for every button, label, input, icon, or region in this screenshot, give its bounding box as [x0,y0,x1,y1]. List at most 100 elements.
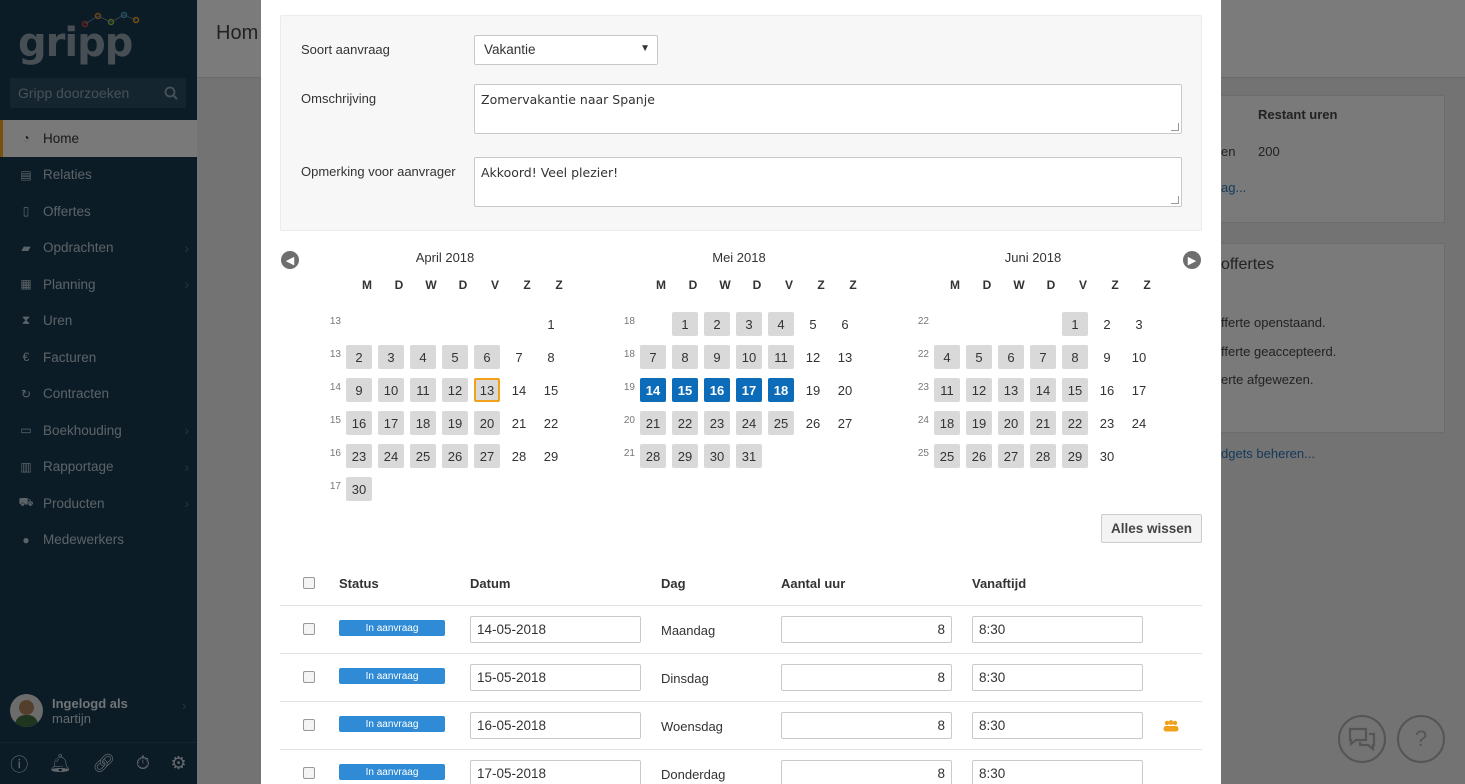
from-time-input[interactable]: 8:30 [972,616,1143,643]
calendar-day[interactable]: 19 [442,411,468,435]
calendar-day[interactable]: 11 [410,378,436,402]
calendar-day[interactable]: 27 [998,444,1024,468]
calendar-day[interactable]: 26 [442,444,468,468]
calendar-day[interactable]: 9 [346,378,372,402]
calendar-day[interactable]: 12 [442,378,468,402]
calendar-day[interactable]: 14 [1030,378,1056,402]
calendar-day[interactable]: 24 [378,444,404,468]
from-time-input[interactable]: 8:30 [972,664,1143,691]
calendar-day[interactable]: 1 [1062,312,1088,336]
calendar-day[interactable]: 13 [474,378,500,402]
col-day[interactable]: Dag [661,576,686,591]
calendar-day[interactable]: 18 [410,411,436,435]
calendar-day[interactable]: 8 [538,345,564,369]
calendar-day[interactable]: 9 [704,345,730,369]
row-checkbox[interactable] [303,719,315,731]
calendar-day[interactable]: 22 [672,411,698,435]
calendar-day[interactable]: 5 [442,345,468,369]
calendar-day[interactable]: 17 [378,411,404,435]
users-icon[interactable] [1163,720,1179,732]
calendar-day[interactable]: 12 [800,345,826,369]
calendar-day[interactable]: 17 [736,378,762,402]
type-select[interactable]: Vakantie ▼ [474,35,658,65]
hours-input[interactable]: 8 [781,664,952,691]
calendar-day[interactable]: 4 [410,345,436,369]
calendar-day[interactable]: 6 [998,345,1024,369]
date-input[interactable]: 15-05-2018 [470,664,641,691]
col-hours[interactable]: Aantal uur [781,576,845,591]
row-checkbox[interactable] [303,767,315,779]
help-button[interactable]: ? [1397,715,1445,763]
calendar-day[interactable]: 10 [736,345,762,369]
calendar-day[interactable]: 3 [378,345,404,369]
from-time-input[interactable]: 8:30 [972,712,1143,739]
col-date[interactable]: Datum [470,576,510,591]
calendar-day[interactable]: 23 [346,444,372,468]
calendar-day[interactable]: 23 [1094,411,1120,435]
prev-month-icon[interactable]: ◀ [281,251,299,269]
calendar-day[interactable]: 15 [538,378,564,402]
select-all-checkbox[interactable] [303,577,315,589]
calendar-day[interactable]: 30 [1094,444,1120,468]
calendar-day[interactable]: 17 [1126,378,1152,402]
help-icon[interactable]: ? [1415,726,1427,752]
calendar-day[interactable]: 2 [1094,312,1120,336]
calendar-day[interactable]: 19 [800,378,826,402]
calendar-day[interactable]: 29 [538,444,564,468]
calendar-day[interactable]: 5 [966,345,992,369]
next-month-icon[interactable]: ▶ [1183,251,1201,269]
clear-all-button[interactable]: Alles wissen [1101,514,1202,543]
calendar-day[interactable]: 19 [966,411,992,435]
calendar-day[interactable]: 4 [768,312,794,336]
date-input[interactable]: 14-05-2018 [470,616,641,643]
calendar-day[interactable]: 7 [640,345,666,369]
hours-input[interactable]: 8 [781,712,952,739]
calendar-day[interactable]: 30 [346,477,372,501]
calendar-day[interactable]: 4 [934,345,960,369]
calendar-day[interactable]: 3 [736,312,762,336]
description-field[interactable]: Zomervakantie naar Spanje [474,84,1182,134]
calendar-day[interactable]: 21 [640,411,666,435]
calendar-day[interactable]: 22 [1062,411,1088,435]
calendar-day[interactable]: 12 [966,378,992,402]
calendar-day[interactable]: 9 [1094,345,1120,369]
calendar-day[interactable]: 29 [1062,444,1088,468]
calendar-day[interactable]: 13 [832,345,858,369]
calendar-day[interactable]: 27 [832,411,858,435]
hours-input[interactable]: 8 [781,760,952,784]
calendar-day[interactable]: 28 [1030,444,1056,468]
calendar-day[interactable]: 25 [410,444,436,468]
calendar-day[interactable]: 24 [736,411,762,435]
calendar-day[interactable]: 7 [506,345,532,369]
calendar-day[interactable]: 11 [768,345,794,369]
calendar-day[interactable]: 23 [704,411,730,435]
calendar-day[interactable]: 16 [346,411,372,435]
calendar-day[interactable]: 2 [346,345,372,369]
calendar-day[interactable]: 25 [768,411,794,435]
calendar-day[interactable]: 25 [934,444,960,468]
calendar-day[interactable]: 10 [1126,345,1152,369]
calendar-day[interactable]: 27 [474,444,500,468]
calendar-day[interactable]: 15 [672,378,698,402]
row-checkbox[interactable] [303,623,315,635]
hours-input[interactable]: 8 [781,616,952,643]
calendar-day[interactable]: 30 [704,444,730,468]
calendar-day[interactable]: 26 [966,444,992,468]
calendar-day[interactable]: 15 [1062,378,1088,402]
calendar-day[interactable]: 1 [672,312,698,336]
chat-icon[interactable] [1347,726,1377,752]
calendar-day[interactable]: 21 [506,411,532,435]
calendar-day[interactable]: 20 [832,378,858,402]
resize-grip-icon[interactable] [1171,196,1179,204]
calendar-day[interactable]: 1 [538,312,564,336]
calendar-day[interactable]: 31 [736,444,762,468]
calendar-day[interactable]: 28 [640,444,666,468]
col-status[interactable]: Status [339,576,379,591]
calendar-day[interactable]: 20 [998,411,1024,435]
calendar-day[interactable]: 10 [378,378,404,402]
calendar-day[interactable]: 18 [934,411,960,435]
calendar-day[interactable]: 29 [672,444,698,468]
calendar-day[interactable]: 13 [998,378,1024,402]
calendar-day[interactable]: 26 [800,411,826,435]
col-from[interactable]: Vanaftijd [972,576,1026,591]
